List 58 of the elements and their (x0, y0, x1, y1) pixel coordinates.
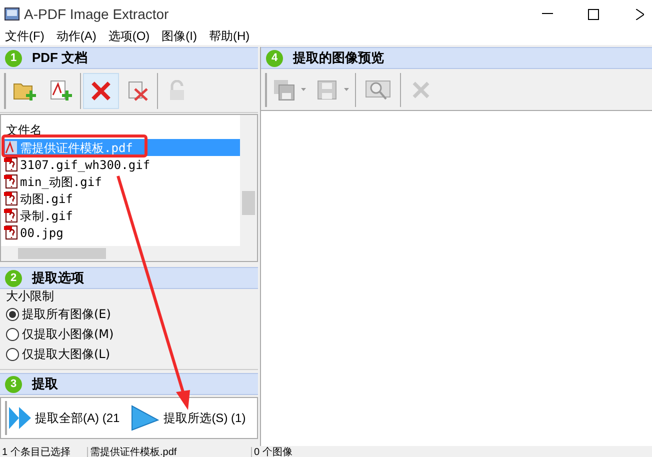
file-row[interactable]: 录制.gif (4, 207, 240, 224)
menu-item[interactable]: 帮助(H) (208, 28, 250, 45)
x-icon (412, 80, 430, 98)
file-row[interactable]: 3107.gif_wh300.gif (4, 156, 240, 173)
file-name: 录制.gif (20, 208, 73, 222)
status-text: 0 个图像 (253, 447, 294, 457)
caret-icon (301, 88, 306, 91)
file-name: 3107.gif_wh300.gif (20, 158, 150, 172)
panel-title: 提取选项 (32, 269, 84, 288)
step-badge: 3 (5, 376, 22, 392)
pdf-file-icon (4, 140, 18, 155)
scrollbar-thumb[interactable] (242, 191, 255, 215)
menu-item[interactable]: 动作(A) (56, 28, 96, 45)
file-name: 动图.gif (20, 192, 73, 206)
remove-button[interactable] (83, 72, 119, 108)
file-row[interactable]: 00.jpg (4, 224, 240, 241)
panel-title: PDF 文档 (32, 49, 88, 68)
unknown-file-icon (4, 208, 18, 223)
file-row[interactable]: min_动图.gif (4, 173, 240, 190)
floppy-disks-icon (273, 78, 295, 100)
radio-option[interactable]: 仅提取大图像(L) (6, 344, 252, 364)
file-name: 需提供证件模板.pdf (20, 140, 133, 154)
status-text: 1 个条目已选择 (1, 447, 72, 457)
window-title: A-PDF Image Extractor (24, 4, 169, 24)
minimize-icon (542, 13, 552, 15)
app-icon (4, 6, 20, 22)
document-x-icon (127, 80, 149, 102)
play-triangle-icon (130, 404, 160, 432)
status-text: 需提供证件模板.pdf (87, 447, 252, 457)
extract-button[interactable]: 提取所选(S) (1) (130, 399, 246, 437)
x-icon (90, 80, 112, 102)
unknown-file-icon (4, 191, 18, 206)
group-label: 大小限制 (6, 289, 55, 303)
file-row[interactable]: 动图.gif (4, 190, 240, 207)
padlock-icon (168, 80, 186, 102)
radio-option[interactable]: 提取所有图像(E) (6, 304, 252, 324)
panel-title: 提取的图像预览 (293, 49, 384, 68)
caret-icon (344, 88, 349, 91)
file-name: min_动图.gif (20, 174, 102, 188)
step-badge: 4 (266, 50, 283, 66)
menu-item[interactable]: 图像(I) (162, 28, 197, 45)
menu-item[interactable]: 文件(F) (5, 28, 44, 45)
step-badge: 1 (5, 50, 22, 66)
scrollbar-thumb[interactable] (18, 248, 106, 259)
double-chevron-icon (9, 405, 31, 431)
unknown-file-icon (4, 157, 18, 172)
menu-item[interactable]: 选项(O) (108, 28, 150, 45)
close-icon (636, 8, 644, 20)
magnifier-picture-icon (365, 78, 391, 100)
unknown-file-icon (4, 225, 18, 240)
extract-button[interactable]: 提取全部(A) (21 (9, 399, 120, 437)
step-badge: 2 (5, 270, 22, 286)
radio-option[interactable]: 仅提取小图像(M) (6, 324, 252, 344)
maximize-icon (588, 8, 598, 20)
file-name: 00.jpg (20, 226, 64, 240)
panel-title: 提取 (32, 375, 58, 394)
pdf-plus-icon (49, 78, 73, 102)
unknown-file-icon (4, 174, 18, 189)
